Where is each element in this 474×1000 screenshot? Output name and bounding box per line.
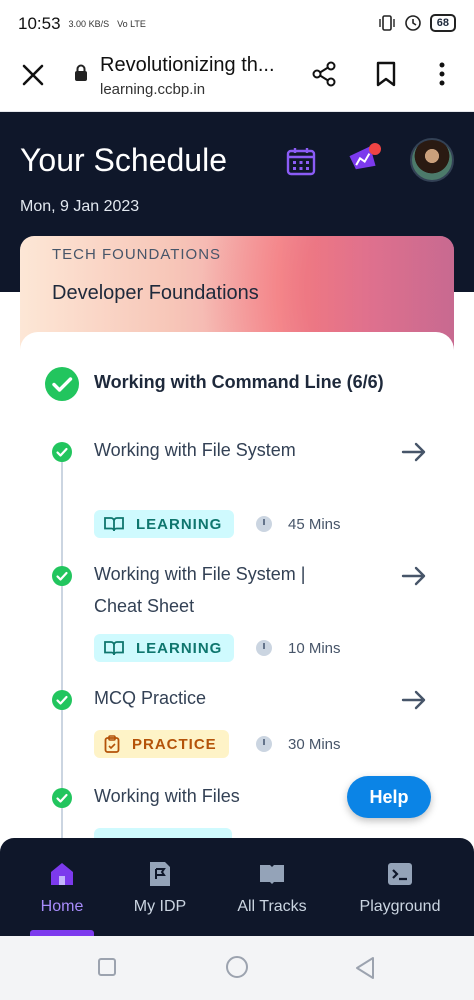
- share-icon[interactable]: [310, 60, 338, 88]
- book-icon: [104, 517, 124, 532]
- network-type: Vo LTE: [117, 18, 146, 29]
- recents-button[interactable]: [98, 958, 116, 976]
- url-text[interactable]: learning.ccbp.in: [100, 81, 205, 98]
- nav-my-idp[interactable]: My IDP: [124, 838, 196, 936]
- clock-icon: [256, 640, 272, 656]
- announcement-icon[interactable]: [346, 142, 382, 178]
- vibrate-icon: [379, 15, 395, 31]
- item-title[interactable]: MCQ Practice: [94, 682, 344, 714]
- schedule-date: Mon, 9 Jan 2023: [20, 198, 140, 215]
- book-icon: [104, 641, 124, 656]
- item-title[interactable]: Working with File System | Cheat Sheet: [94, 558, 344, 622]
- help-button[interactable]: Help: [347, 776, 431, 818]
- back-button[interactable]: [354, 956, 376, 980]
- item-title[interactable]: Working with File System: [94, 434, 344, 466]
- clock-icon: [256, 736, 272, 752]
- learning-badge: LEARNING: [94, 634, 235, 662]
- lock-icon: [75, 64, 87, 81]
- item-complete-icon: [52, 788, 72, 808]
- terminal-icon: [388, 863, 412, 885]
- more-icon[interactable]: [432, 60, 452, 88]
- book-open-icon: [260, 865, 284, 884]
- status-time: 10:53: [18, 14, 61, 33]
- clock-icon: [256, 516, 272, 532]
- bottom-navigation: Home My IDP All Tracks Playground: [0, 838, 474, 936]
- page-title: Revolutionizing th...: [100, 54, 275, 76]
- active-tab-indicator: [30, 930, 94, 936]
- arrow-right-icon[interactable]: [400, 688, 428, 712]
- battery-indicator: 68: [429, 14, 456, 32]
- alarm-icon: [404, 15, 421, 31]
- home-icon: [51, 863, 73, 885]
- system-navigation: [0, 936, 474, 1000]
- duration: 10 Mins: [256, 634, 341, 662]
- timeline-line: [61, 444, 63, 876]
- clipboard-icon: [104, 735, 120, 753]
- status-bar: 10:53 3.00 KB/S Vo LTE 68: [0, 0, 474, 48]
- course-name: Developer Foundations: [52, 282, 259, 304]
- practice-badge: PRACTICE: [94, 730, 229, 758]
- item-complete-icon: [52, 566, 72, 586]
- nav-home[interactable]: Home: [26, 838, 98, 936]
- arrow-right-icon[interactable]: [400, 564, 428, 588]
- calendar-icon[interactable]: [286, 146, 316, 176]
- idp-icon: [150, 862, 170, 886]
- bookmark-icon[interactable]: [374, 60, 398, 88]
- module-complete-icon: [45, 367, 79, 401]
- learning-badge: LEARNING: [94, 510, 235, 538]
- duration: 30 Mins: [256, 730, 341, 758]
- nav-all-tracks[interactable]: All Tracks: [226, 838, 318, 936]
- module-title[interactable]: Working with Command Line (6/6): [94, 372, 384, 393]
- avatar[interactable]: [410, 138, 454, 182]
- track-label: TECH FOUNDATIONS: [52, 246, 222, 263]
- schedule-title: Your Schedule: [20, 142, 227, 178]
- item-complete-icon: [52, 442, 72, 462]
- arrow-right-icon[interactable]: [400, 440, 428, 464]
- nav-playground[interactable]: Playground: [352, 838, 448, 936]
- close-icon[interactable]: [20, 62, 46, 88]
- item-complete-icon: [52, 690, 72, 710]
- duration: 45 Mins: [256, 510, 341, 538]
- item-title[interactable]: Working with Files: [94, 780, 344, 812]
- home-button[interactable]: [226, 956, 248, 978]
- browser-toolbar: Revolutionizing th... learning.ccbp.in: [0, 48, 474, 112]
- network-speed: 3.00 KB/S: [68, 18, 110, 29]
